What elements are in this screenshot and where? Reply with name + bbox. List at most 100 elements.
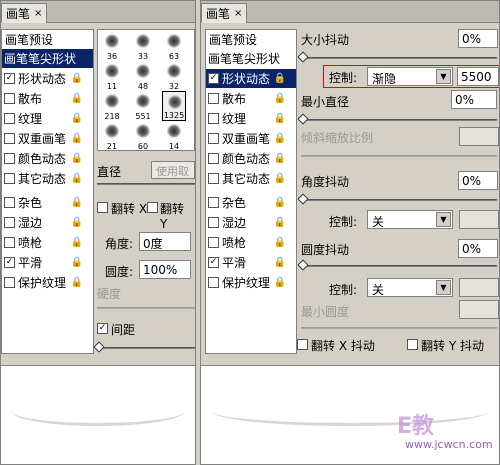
flip-x-jitter-checkbox[interactable] bbox=[297, 339, 308, 350]
option-checkbox[interactable] bbox=[208, 93, 219, 104]
roundness-jitter-slider[interactable] bbox=[301, 265, 497, 267]
list-item[interactable]: 杂色 🔒 bbox=[2, 193, 93, 212]
list-item[interactable]: 保护纹理 🔒 bbox=[206, 273, 296, 292]
roundness-control-select[interactable]: 关 ▼ bbox=[367, 278, 453, 297]
angle-jitter-slider-thumb[interactable] bbox=[297, 193, 309, 205]
angle-jitter-input[interactable]: 0% bbox=[458, 171, 498, 190]
option-checkbox[interactable] bbox=[4, 237, 15, 248]
brush-tip-cell[interactable]: 1325 bbox=[162, 91, 186, 121]
brush-tip-cell[interactable]: 60 bbox=[131, 121, 155, 151]
list-item[interactable]: 颜色动态 🔒 bbox=[2, 149, 93, 168]
option-checkbox[interactable] bbox=[208, 153, 219, 164]
brush-tip-cell[interactable]: 11 bbox=[100, 61, 124, 91]
option-checkbox[interactable] bbox=[208, 237, 219, 248]
brush-tip-cell[interactable]: 218 bbox=[100, 91, 124, 121]
flip-x-checkbox[interactable] bbox=[97, 202, 108, 213]
flip-y-checkbox[interactable] bbox=[147, 202, 158, 213]
min-diameter-slider-thumb[interactable] bbox=[297, 113, 309, 125]
lock-icon[interactable]: 🔒 bbox=[274, 277, 286, 288]
list-item[interactable]: 画笔笔尖形状 bbox=[2, 49, 93, 68]
roundness-jitter-input[interactable]: 0% bbox=[458, 239, 498, 258]
lock-icon[interactable]: 🔒 bbox=[71, 197, 83, 208]
list-item[interactable]: 画笔笔尖形状 bbox=[206, 49, 296, 68]
option-checkbox[interactable] bbox=[4, 173, 15, 184]
lock-icon[interactable]: 🔒 bbox=[274, 197, 286, 208]
list-item[interactable]: 颜色动态 🔒 bbox=[206, 149, 296, 168]
list-item[interactable]: 散布 🔒 bbox=[206, 89, 296, 108]
option-checkbox[interactable]: ✓ bbox=[4, 257, 15, 268]
lock-icon[interactable]: 🔒 bbox=[71, 217, 83, 228]
brush-tip-grid[interactable]: 36 33 63 11 48 32 218 551 1325 21 60 14 bbox=[97, 29, 195, 151]
brush-tip-cell[interactable]: 33 bbox=[131, 31, 155, 61]
min-diameter-input[interactable]: 0% bbox=[451, 90, 497, 109]
lock-icon[interactable]: 🔒 bbox=[274, 237, 286, 248]
option-checkbox[interactable] bbox=[208, 197, 219, 208]
close-icon[interactable]: × bbox=[34, 8, 42, 19]
option-checkbox[interactable] bbox=[4, 153, 15, 164]
spacing-checkbox[interactable]: ✓ bbox=[97, 323, 108, 334]
option-checkbox[interactable] bbox=[4, 133, 15, 144]
list-item[interactable]: ✓ 平滑 🔒 bbox=[206, 253, 296, 272]
brush-tip-cell[interactable]: 14 bbox=[162, 121, 186, 151]
option-checkbox[interactable] bbox=[208, 217, 219, 228]
chevron-down-icon[interactable]: ▼ bbox=[436, 69, 451, 84]
lock-icon[interactable]: 🔒 bbox=[71, 257, 83, 268]
chevron-down-icon[interactable]: ▼ bbox=[436, 212, 451, 227]
lock-icon[interactable]: 🔒 bbox=[71, 113, 83, 124]
list-item[interactable]: 双重画笔 🔒 bbox=[2, 129, 93, 148]
list-item[interactable]: 喷枪 🔒 bbox=[206, 233, 296, 252]
angle-input[interactable]: 0度 bbox=[139, 232, 191, 251]
spacing-slider[interactable] bbox=[97, 347, 195, 349]
brush-tip-cell[interactable]: 21 bbox=[100, 121, 124, 151]
list-item[interactable]: 纹理 🔒 bbox=[2, 109, 93, 128]
control-select-fade[interactable]: 渐隐 ▼ bbox=[367, 67, 453, 86]
lock-icon[interactable]: 🔒 bbox=[274, 153, 286, 164]
list-item[interactable]: 纹理 🔒 bbox=[206, 109, 296, 128]
lock-icon[interactable]: 🔒 bbox=[274, 93, 286, 104]
fade-steps-input[interactable]: 5500 bbox=[457, 67, 499, 86]
brush-tip-cell[interactable]: 32 bbox=[162, 61, 186, 91]
list-item[interactable]: 散布 🔒 bbox=[2, 89, 93, 108]
option-checkbox[interactable] bbox=[208, 133, 219, 144]
list-item[interactable]: 喷枪 🔒 bbox=[2, 233, 93, 252]
use-sample-size-button[interactable]: 使用取 bbox=[151, 161, 195, 179]
tab-brush[interactable]: 画笔 × bbox=[201, 3, 248, 23]
lock-icon[interactable]: 🔒 bbox=[71, 93, 83, 104]
size-jitter-slider[interactable] bbox=[301, 57, 497, 59]
list-item[interactable]: 湿边 🔒 bbox=[206, 213, 296, 232]
lock-icon[interactable]: 🔒 bbox=[71, 133, 83, 144]
lock-icon[interactable]: 🔒 bbox=[274, 73, 286, 84]
lock-icon[interactable]: 🔒 bbox=[274, 173, 286, 184]
roundness-input[interactable]: 100% bbox=[139, 260, 191, 279]
tab-brush[interactable]: 画笔 × bbox=[1, 3, 48, 23]
min-diameter-slider[interactable] bbox=[301, 119, 497, 121]
list-item[interactable]: ✓ 形状动态 🔒 bbox=[2, 69, 93, 88]
hardness-slider[interactable] bbox=[97, 307, 195, 309]
size-jitter-input[interactable]: 0% bbox=[458, 29, 498, 48]
option-checkbox[interactable] bbox=[208, 277, 219, 288]
angle-jitter-slider[interactable] bbox=[301, 199, 497, 201]
option-checkbox[interactable] bbox=[4, 93, 15, 104]
option-checkbox[interactable] bbox=[4, 197, 15, 208]
option-checkbox[interactable] bbox=[4, 217, 15, 228]
list-item[interactable]: 保护纹理 🔒 bbox=[2, 273, 93, 292]
option-checkbox[interactable] bbox=[4, 277, 15, 288]
lock-icon[interactable]: 🔒 bbox=[71, 173, 83, 184]
brush-tip-cell[interactable]: 36 bbox=[100, 31, 124, 61]
option-checkbox[interactable]: ✓ bbox=[208, 257, 219, 268]
list-item[interactable]: 其它动态 🔒 bbox=[2, 169, 93, 188]
lock-icon[interactable]: 🔒 bbox=[274, 257, 286, 268]
option-checkbox[interactable] bbox=[4, 113, 15, 124]
lock-icon[interactable]: 🔒 bbox=[274, 133, 286, 144]
list-item[interactable]: 其它动态 🔒 bbox=[206, 169, 296, 188]
list-item[interactable]: 杂色 🔒 bbox=[206, 193, 296, 212]
flip-y-jitter-checkbox[interactable] bbox=[407, 339, 418, 350]
list-item[interactable]: ✓ 平滑 🔒 bbox=[2, 253, 93, 272]
list-item[interactable]: 双重画笔 🔒 bbox=[206, 129, 296, 148]
list-item[interactable]: ✓ 形状动态 🔒 bbox=[206, 69, 296, 88]
option-checkbox[interactable]: ✓ bbox=[208, 73, 219, 84]
lock-icon[interactable]: 🔒 bbox=[274, 113, 286, 124]
lock-icon[interactable]: 🔒 bbox=[274, 217, 286, 228]
angle-control-select[interactable]: 关 ▼ bbox=[367, 210, 453, 229]
option-checkbox[interactable] bbox=[208, 113, 219, 124]
